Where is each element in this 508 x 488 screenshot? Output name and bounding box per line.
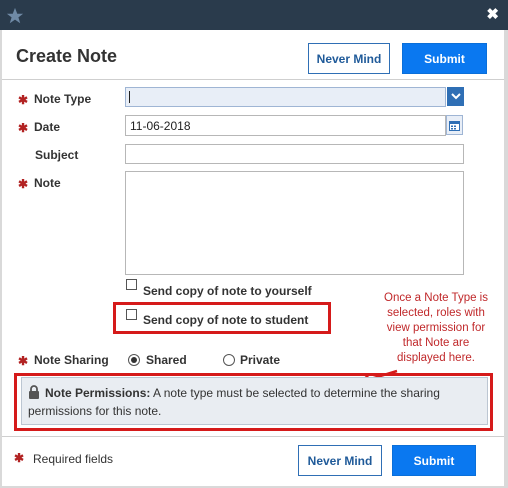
required-asterisk: ✱ bbox=[18, 93, 29, 107]
required-fields-note: Required fields bbox=[33, 452, 114, 466]
subject-field[interactable] bbox=[125, 144, 464, 164]
close-x-icon[interactable]: ✖ bbox=[486, 6, 499, 24]
permissions-text: A note type must be selected to determin… bbox=[153, 386, 440, 400]
header-divider bbox=[2, 79, 504, 80]
note-type-select[interactable] bbox=[125, 87, 446, 107]
permissions-text-2: permissions for this note. bbox=[28, 404, 162, 418]
private-option-label: Private bbox=[240, 353, 281, 367]
create-note-dialog: Create Note Never Mind Submit ✱ Note Typ… bbox=[2, 30, 504, 486]
annotation-line: view permission for bbox=[386, 322, 486, 334]
shared-radio[interactable] bbox=[128, 354, 140, 366]
annotation-line: selected, roles with bbox=[387, 307, 485, 319]
window-title-bar: ✖ bbox=[0, 0, 508, 30]
copy-student-checkbox[interactable] bbox=[126, 309, 137, 320]
footer-divider bbox=[2, 436, 504, 437]
calendar-icon[interactable] bbox=[446, 115, 463, 135]
chevron-down-icon[interactable] bbox=[447, 87, 464, 106]
permissions-title: Note Permissions: bbox=[45, 386, 151, 400]
note-type-label: Note Type bbox=[34, 92, 92, 106]
never-mind-button-bottom[interactable]: Never Mind bbox=[298, 445, 382, 476]
permissions-line-1: Note Permissions: A note type must be se… bbox=[45, 386, 440, 400]
copy-self-label: Send copy of note to yourself bbox=[143, 284, 312, 298]
required-asterisk: ✱ bbox=[18, 121, 29, 135]
submit-button-top[interactable]: Submit bbox=[402, 43, 487, 74]
required-asterisk: ✱ bbox=[14, 451, 25, 465]
lock-icon bbox=[29, 385, 39, 399]
text-cursor bbox=[129, 91, 130, 103]
submit-button-bottom[interactable]: Submit bbox=[392, 445, 476, 476]
date-field[interactable]: 11-06-2018 bbox=[125, 115, 446, 136]
star-logo-icon bbox=[6, 7, 24, 24]
required-asterisk: ✱ bbox=[18, 177, 29, 191]
dialog-title: Create Note bbox=[16, 46, 118, 66]
copy-self-checkbox[interactable] bbox=[126, 279, 137, 290]
subject-label: Subject bbox=[35, 148, 79, 162]
shared-option-label: Shared bbox=[146, 353, 187, 367]
never-mind-button-top[interactable]: Never Mind bbox=[308, 43, 390, 74]
copy-student-label: Send copy of note to student bbox=[143, 313, 309, 327]
annotation-line: Once a Note Type is bbox=[384, 292, 488, 304]
note-label: Note bbox=[34, 176, 61, 190]
note-permissions-panel: Note Permissions: A note type must be se… bbox=[21, 377, 488, 425]
private-radio[interactable] bbox=[223, 354, 235, 366]
note-sharing-label: Note Sharing bbox=[34, 353, 109, 367]
required-asterisk: ✱ bbox=[18, 354, 29, 368]
note-textarea[interactable] bbox=[125, 171, 464, 275]
date-label: Date bbox=[34, 120, 61, 134]
